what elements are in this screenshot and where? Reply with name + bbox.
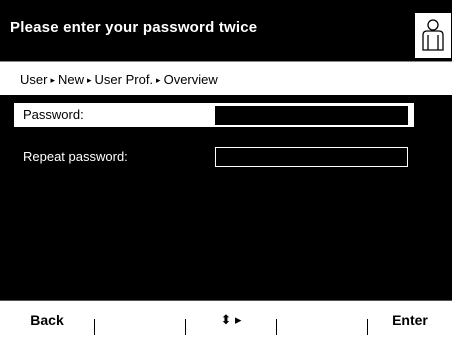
breadcrumb: User ▸ New ▸ User Prof. ▸ Overview	[0, 61, 452, 95]
password-field[interactable]	[215, 106, 408, 125]
breadcrumb-separator-icon: ▸	[50, 75, 55, 85]
softkey-2[interactable]	[95, 301, 185, 339]
repeat-password-field[interactable]	[215, 147, 408, 167]
softkey-divider	[94, 319, 95, 335]
back-button[interactable]: Back	[0, 301, 94, 339]
softkey-divider	[185, 319, 186, 335]
title-bar: Please enter your password twice	[0, 0, 452, 61]
user-icon	[415, 13, 451, 58]
repeat-password-label: Repeat password:	[23, 149, 128, 164]
breadcrumb-item-user[interactable]: User	[20, 72, 47, 87]
softkey-divider	[276, 319, 277, 335]
breadcrumb-item-new[interactable]: New	[58, 72, 84, 87]
page-title: Please enter your password twice	[10, 19, 258, 36]
breadcrumb-item-overview[interactable]: Overview	[164, 72, 218, 87]
password-label: Password:	[23, 107, 84, 122]
password-form: Password: Repeat password:	[0, 95, 452, 299]
user-icon-graphic	[422, 19, 444, 51]
navigate-button[interactable]: ⬍ ▸	[186, 301, 276, 339]
softkey-4[interactable]	[277, 301, 367, 339]
breadcrumb-item-user-prof[interactable]: User Prof.	[95, 72, 154, 87]
enter-button[interactable]: Enter	[368, 301, 452, 339]
softkey-bar: Back ⬍ ▸ Enter	[0, 300, 452, 339]
softkey-divider	[367, 319, 368, 335]
breadcrumb-separator-icon: ▸	[156, 75, 161, 85]
breadcrumb-separator-icon: ▸	[87, 75, 92, 85]
